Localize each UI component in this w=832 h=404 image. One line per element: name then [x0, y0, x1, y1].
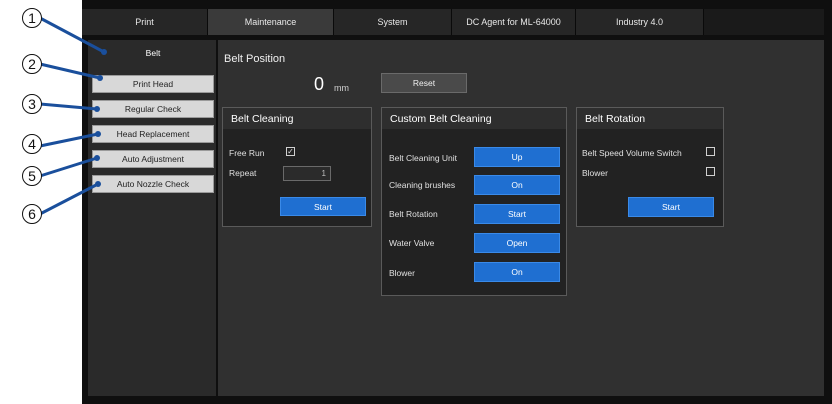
callout-6: 6 — [22, 204, 42, 224]
callout-lines — [39, 16, 107, 216]
callout-2: 2 — [22, 54, 42, 74]
callout-1: 1 — [22, 8, 42, 28]
callout-5: 5 — [22, 166, 42, 186]
callout-4: 4 — [22, 134, 42, 154]
callout-3: 3 — [22, 94, 42, 114]
